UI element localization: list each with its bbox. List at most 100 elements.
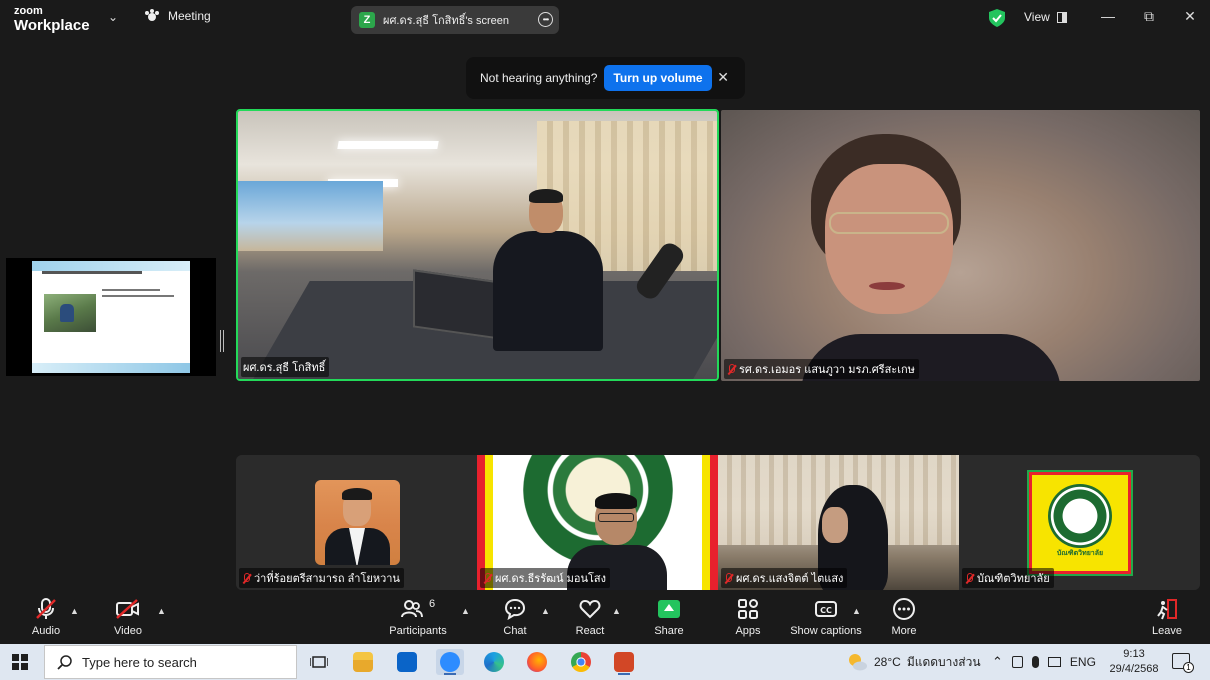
video-tile-participant[interactable]: บัณฑิตวิทยาลัย บัณฑิตวิทยาลัย — [959, 455, 1200, 590]
participant-person — [801, 134, 1061, 381]
svg-text:CC: CC — [820, 606, 832, 615]
meeting-menu-label: Meeting — [168, 9, 211, 23]
minimize-icon[interactable]: — — [1098, 8, 1118, 24]
participants-label: Participants — [389, 625, 447, 637]
logo-text: บัณฑิตวิทยาลัย — [1056, 550, 1104, 557]
chat-label: Chat — [503, 625, 527, 637]
security-shield-icon[interactable] — [989, 9, 1005, 27]
file-explorer-icon[interactable] — [349, 649, 377, 675]
firefox-icon[interactable] — [523, 649, 551, 675]
video-button[interactable]: Video — [93, 596, 163, 637]
close-icon[interactable]: ✕ — [1180, 8, 1200, 25]
mic-muted-icon — [241, 572, 251, 584]
banner-message: Not hearing anything? — [480, 71, 598, 85]
person-face — [822, 507, 848, 543]
taskbar-search-input[interactable]: Type here to search — [44, 645, 297, 679]
zoom-app-icon[interactable] — [436, 649, 464, 675]
slide-text-line — [102, 289, 160, 291]
meet-now-icon[interactable] — [1011, 656, 1023, 668]
participants-options-caret-icon[interactable]: ▲ — [461, 606, 470, 616]
view-label: View — [1024, 10, 1050, 24]
shared-screen-thumbnail[interactable] — [6, 258, 216, 376]
participants-count: 6 — [428, 598, 436, 610]
participants-icon — [400, 600, 423, 618]
audio-options-caret-icon[interactable]: ▲ — [70, 606, 79, 616]
video-tile-participant[interactable]: ผศ.ดร.แสงจิตต์ ไตแสง — [718, 455, 959, 590]
participant-name-tag: ผศ.ดร.ธีรรัฒน์ มอนโสง — [480, 568, 611, 588]
heart-icon — [579, 599, 601, 619]
mic-muted-icon — [36, 598, 56, 619]
restore-icon[interactable]: ⧉ — [1139, 8, 1159, 25]
react-button[interactable]: React — [555, 596, 625, 637]
weather-widget[interactable]: 28°C มีแดดบางส่วน — [846, 644, 981, 680]
participants-button[interactable]: 6 Participants — [383, 596, 453, 637]
tray-overflow-chevron-icon[interactable]: ⌃ — [992, 654, 1003, 670]
mic-muted-icon — [723, 572, 733, 584]
slide-title-line — [42, 271, 142, 274]
input-language[interactable]: ENG — [1070, 655, 1096, 669]
notifications-icon[interactable]: 1 — [1172, 653, 1194, 673]
speaker-body — [493, 231, 603, 351]
edge-icon[interactable] — [480, 649, 508, 675]
closed-captions-icon: CC — [815, 601, 837, 617]
video-options-caret-icon[interactable]: ▲ — [157, 606, 166, 616]
slide-top-wave — [32, 261, 190, 271]
participant-name: ผศ.ดร.ธีรรัฒน์ มอนโสง — [495, 573, 607, 585]
screen-share-pill[interactable]: Z ผศ.ดร.สุธี โกสิทธิ์'s screen ••• — [351, 6, 559, 34]
panel-resize-handle[interactable] — [220, 330, 224, 352]
audio-button[interactable]: Audio — [11, 596, 81, 637]
leave-button[interactable]: Leave — [1132, 596, 1202, 637]
taskbar-clock[interactable]: 9:13 29/4/2568 — [1106, 647, 1162, 677]
chevron-down-icon[interactable]: ⌄ — [108, 10, 118, 24]
speaker-hair — [529, 189, 563, 203]
video-off-icon — [116, 599, 139, 619]
meeting-icon — [145, 9, 159, 21]
video-label: Video — [114, 625, 142, 637]
speaker-person — [493, 189, 603, 379]
outlook-icon[interactable] — [393, 649, 421, 675]
share-button[interactable]: Share — [634, 596, 704, 637]
leave-door-icon — [1157, 599, 1177, 620]
more-options-icon[interactable]: ••• — [538, 12, 553, 27]
person-hair — [595, 493, 637, 509]
chat-button[interactable]: Chat — [480, 596, 550, 637]
person-lips — [869, 282, 905, 290]
video-tile-participant[interactable]: ว่าที่ร้อยตรีสามารถ ลำโยหวาน — [236, 455, 477, 590]
right-yellow-stripe — [702, 455, 710, 590]
react-label: React — [575, 625, 605, 637]
task-view-icon[interactable] — [305, 649, 333, 675]
graduate-school-logo: บัณฑิตวิทยาลัย — [1027, 470, 1133, 576]
apps-label: Apps — [735, 625, 761, 637]
mic-muted-icon — [726, 363, 736, 375]
audio-hint-banner: Not hearing anything? Turn up volume ✕ — [466, 57, 745, 99]
eyeglasses — [829, 212, 949, 234]
banner-close-icon[interactable]: ✕ — [717, 69, 729, 86]
share-badge-icon: Z — [359, 12, 375, 28]
video-tile-participant[interactable]: รศ.ดร.เอมอร แสนภูวา มรภ.ศรีสะเกษ — [721, 110, 1200, 381]
meeting-menu-button[interactable]: Meeting — [144, 9, 211, 23]
turn-up-volume-button[interactable]: Turn up volume — [604, 65, 712, 91]
share-label: Share — [654, 625, 684, 637]
participant-name-tag: บัณฑิตวิทยาลัย — [962, 568, 1054, 588]
video-tile-active-speaker[interactable]: ผศ.ดร.สุธี โกสิทธิ์ — [236, 109, 719, 381]
apps-button[interactable]: Apps — [713, 596, 783, 637]
captions-options-caret-icon[interactable]: ▲ — [852, 606, 861, 616]
share-screen-icon — [658, 600, 680, 618]
view-button[interactable]: View — [1024, 10, 1067, 24]
chat-options-caret-icon[interactable]: ▲ — [541, 606, 550, 616]
react-options-caret-icon[interactable]: ▲ — [612, 606, 621, 616]
windows-start-icon[interactable] — [12, 654, 28, 670]
wall-picture — [238, 181, 383, 251]
microphone-icon[interactable] — [1031, 656, 1039, 668]
video-tile-participant[interactable]: ผศ.ดร.ธีรรัฒน์ มอนโสง — [477, 455, 718, 590]
search-icon — [57, 654, 72, 670]
participant-name: ผศ.ดร.สุธี โกสิทธิ์ — [243, 362, 326, 374]
show-captions-button[interactable]: CC Show captions — [785, 596, 867, 637]
more-button[interactable]: More — [869, 596, 939, 637]
weather-temp: 28°C — [874, 655, 901, 669]
powerpoint-icon[interactable] — [610, 649, 638, 675]
network-icon[interactable] — [1047, 657, 1061, 667]
zoom-workplace-logo[interactable]: zoom Workplace — [14, 6, 90, 34]
chrome-icon[interactable] — [567, 649, 595, 675]
participant-name-tag: ผศ.ดร.สุธี โกสิทธิ์ — [241, 357, 330, 377]
